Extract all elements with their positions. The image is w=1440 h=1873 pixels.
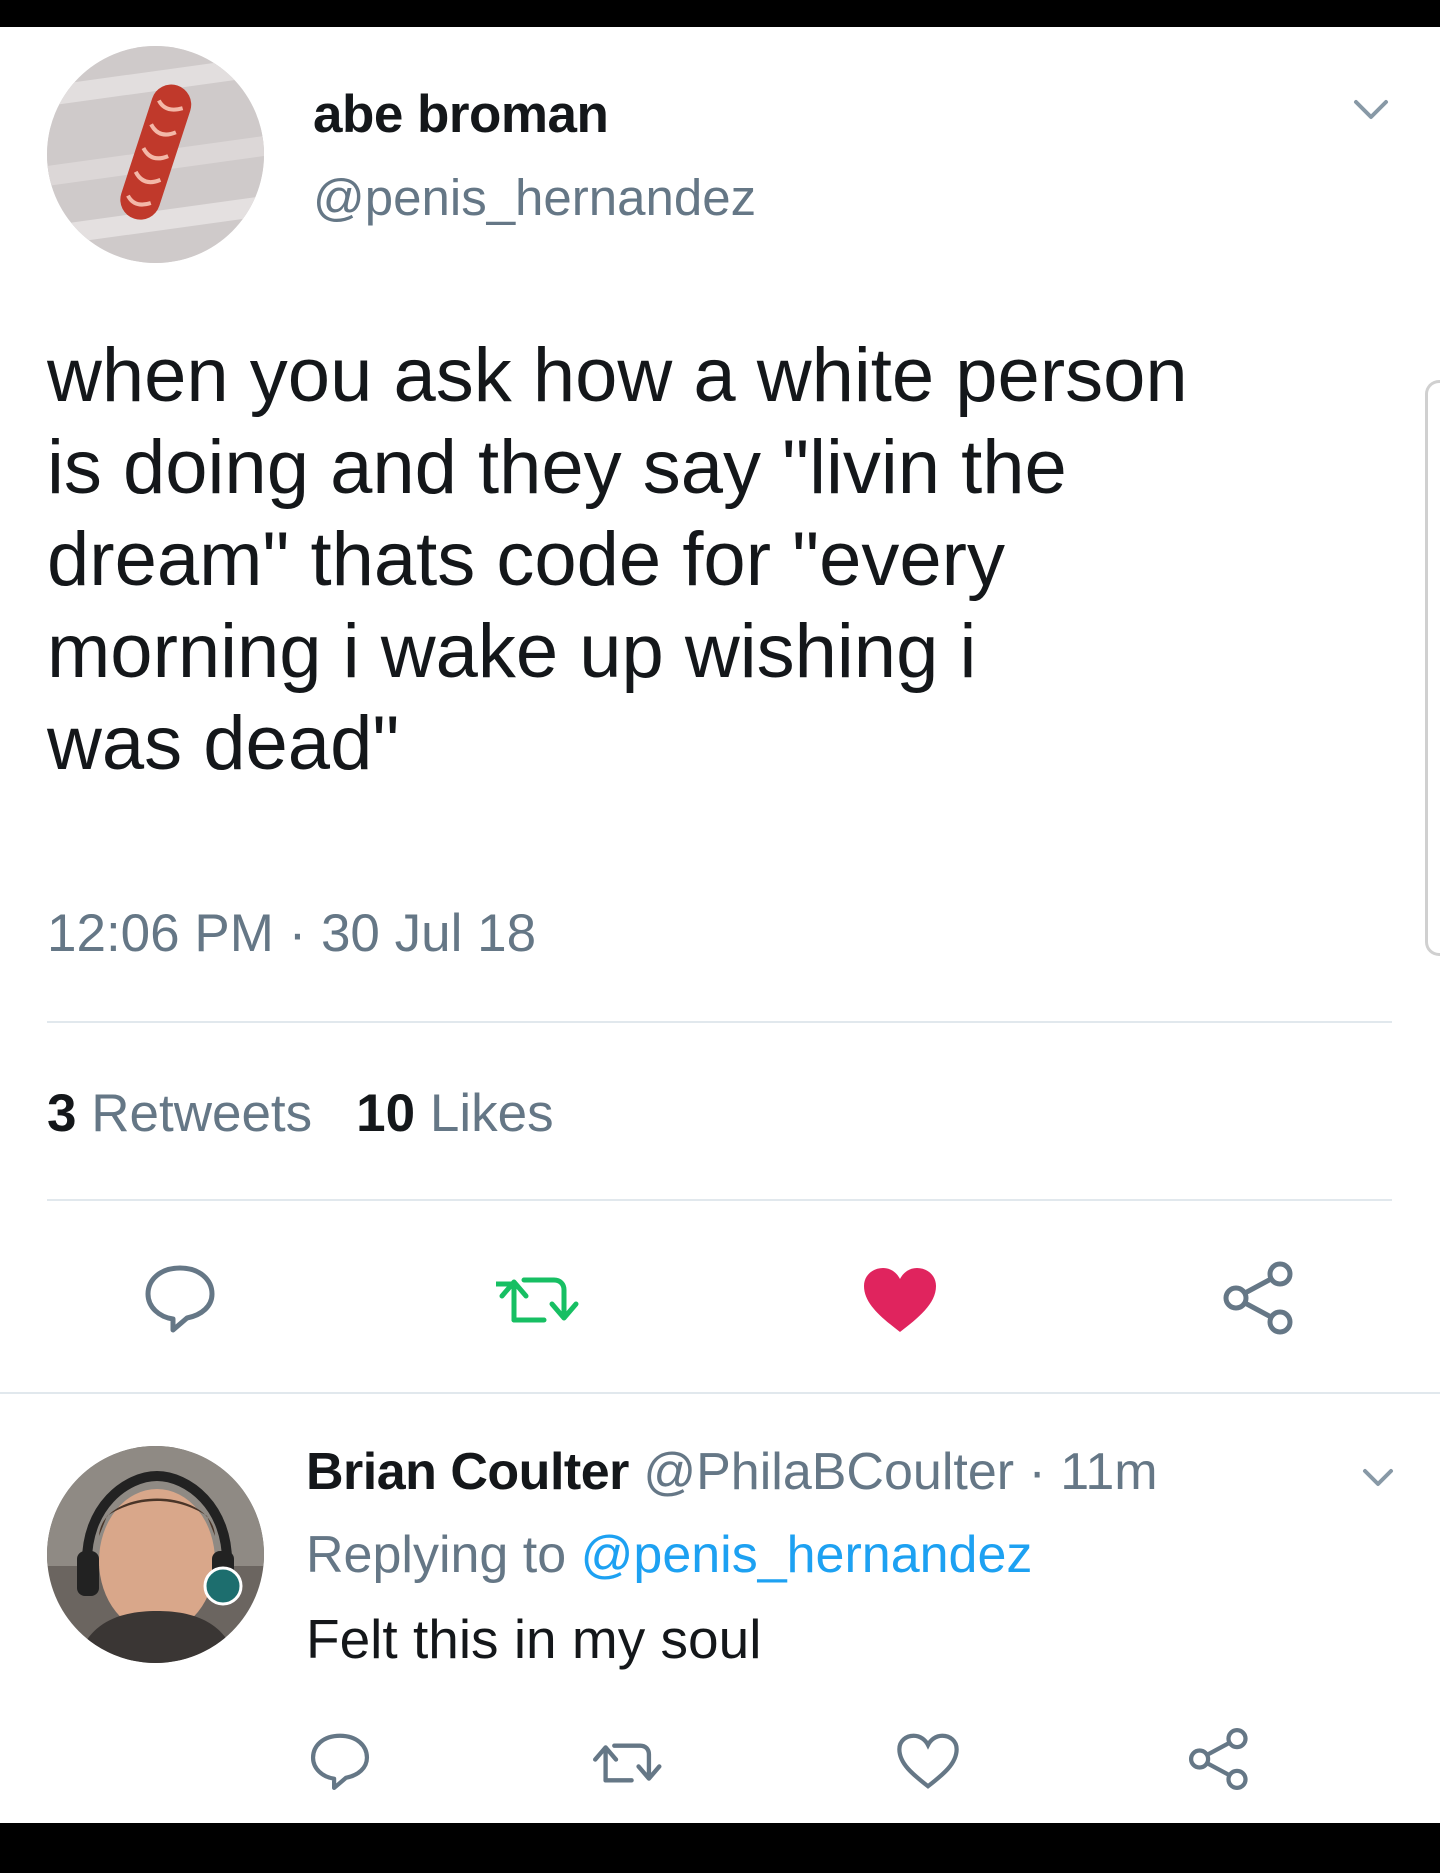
reply-header: Brian Coulter @PhilaBCoulter · 11m	[306, 1442, 1158, 1502]
tweet-text: when you ask how a white person is doing…	[47, 333, 1188, 786]
divider	[47, 1199, 1392, 1201]
reply-author-handle[interactable]: @PhilaBCoulter	[643, 1443, 1014, 1501]
share-icon[interactable]	[1220, 1260, 1300, 1341]
chevron-down-icon[interactable]	[1358, 1457, 1398, 1497]
reply-author-avatar[interactable]	[47, 1446, 264, 1663]
bottom-black-bar	[0, 1823, 1440, 1873]
share-icon[interactable]	[1186, 1726, 1254, 1797]
scroll-indicator	[1425, 380, 1440, 956]
divider	[47, 1021, 1392, 1023]
divider	[0, 1392, 1440, 1394]
reply-icon[interactable]	[308, 1730, 372, 1797]
reply-icon[interactable]	[142, 1262, 218, 1339]
author-handle[interactable]: @penis_hernandez	[313, 168, 756, 227]
reply-text: Felt this in my soul	[306, 1608, 762, 1670]
reply-time[interactable]: · 11m	[1014, 1443, 1158, 1501]
retweets-stat[interactable]: 3 Retweets	[47, 1084, 312, 1143]
chevron-down-icon[interactable]	[1348, 86, 1394, 132]
retweets-label: Retweets	[91, 1084, 313, 1143]
like-icon[interactable]	[896, 1732, 960, 1795]
tweet-timestamp[interactable]: 12:06 PM · 30 Jul 18	[47, 903, 536, 964]
tweet-stats: 3 Retweets 10 Likes	[47, 1083, 554, 1144]
page: abe broman @penis_hernandez when you ask…	[0, 0, 1440, 1873]
likes-stat[interactable]: 10 Likes	[356, 1084, 553, 1143]
like-icon[interactable]	[862, 1266, 938, 1339]
author-display-name[interactable]: abe broman	[313, 84, 609, 145]
replying-prefix: Replying to	[306, 1526, 581, 1584]
reply-author-display-name[interactable]: Brian Coulter	[306, 1443, 629, 1501]
replying-to-line: Replying to @penis_hernandez	[306, 1525, 1032, 1585]
author-avatar[interactable]	[47, 46, 264, 263]
likes-count: 10	[356, 1084, 416, 1143]
retweet-icon[interactable]	[590, 1738, 668, 1793]
retweets-count: 3	[47, 1084, 77, 1143]
replying-to-mention[interactable]: @penis_hernandez	[581, 1526, 1033, 1584]
retweet-icon[interactable]	[493, 1272, 586, 1333]
likes-label: Likes	[429, 1084, 554, 1143]
top-black-bar	[0, 0, 1440, 27]
